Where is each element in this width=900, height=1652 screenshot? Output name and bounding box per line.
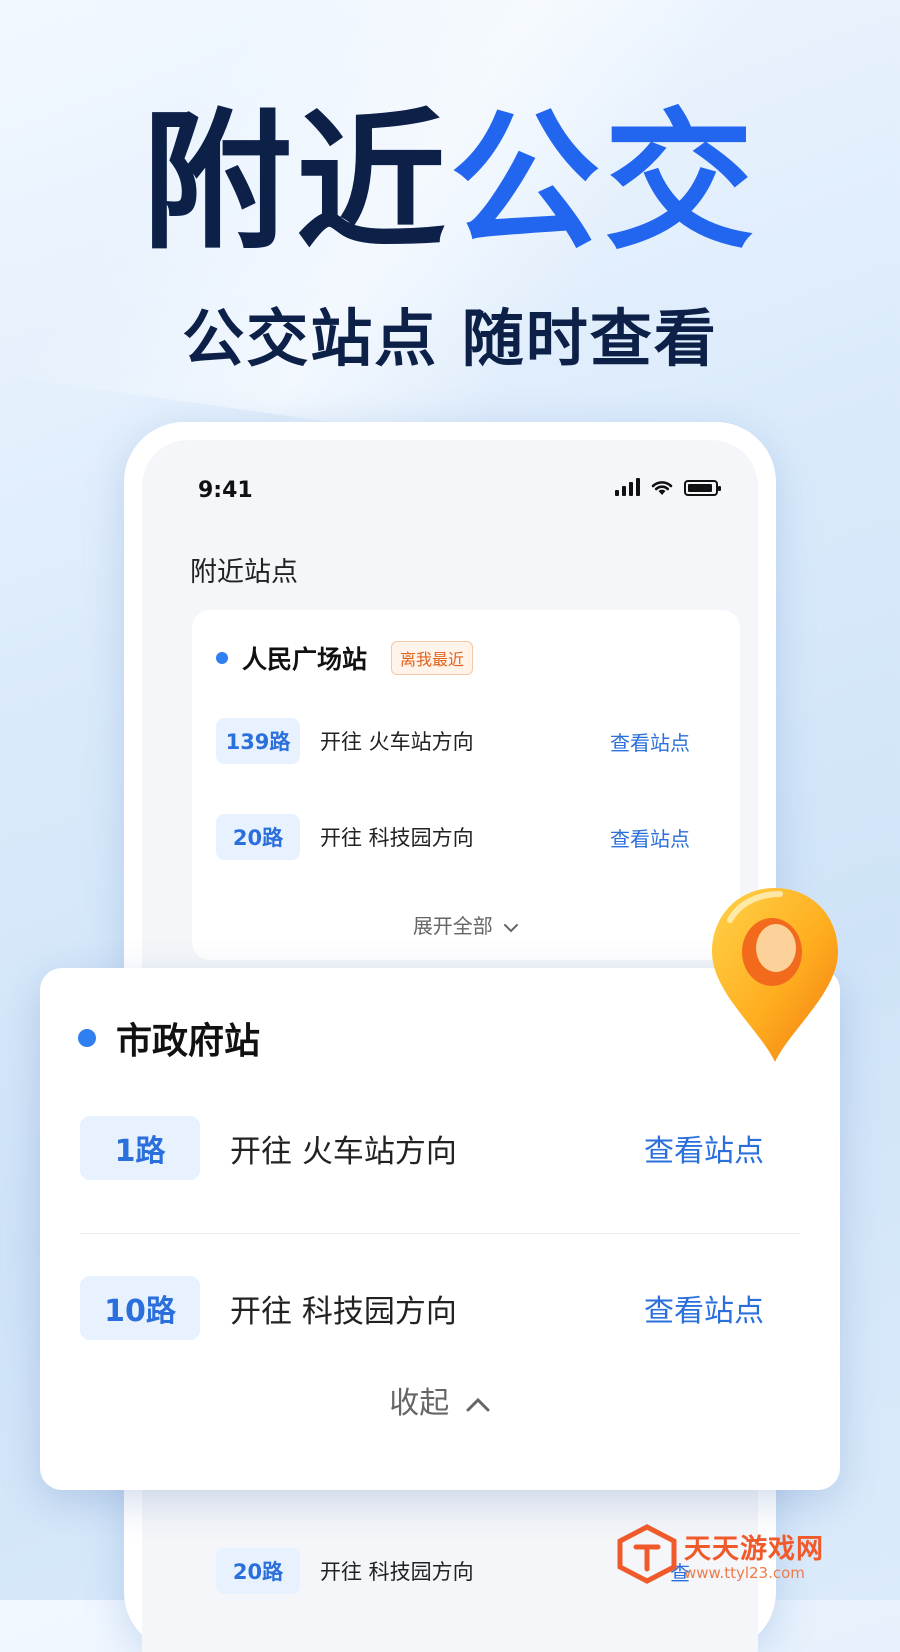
collapse-label: 收起 xyxy=(389,1386,450,1421)
route-number-badge: 1路 xyxy=(80,1116,200,1180)
view-stops-link[interactable]: 查看站点 xyxy=(644,1126,764,1170)
section-title-nearby: 附近站点 xyxy=(190,557,298,588)
featured-station-header: 市政府站 xyxy=(78,1012,260,1064)
route-row[interactable]: 1路 开往 火车站方向 查看站点 xyxy=(80,1116,800,1180)
station-dot-icon xyxy=(78,1029,96,1047)
divider xyxy=(80,1233,800,1234)
chevron-down-icon xyxy=(504,923,519,932)
watermark: 天天游戏网 www.ttyl23.com xyxy=(610,1505,900,1600)
hero-title-blue: 公交 xyxy=(450,96,759,270)
route-row[interactable]: 139路 开往 火车站方向 查看站点 xyxy=(216,718,716,764)
route-number-badge: 139路 xyxy=(216,718,300,764)
hero-subtitle: 公交站点 随时查看 xyxy=(182,302,718,375)
hero-title-dark: 附近 xyxy=(141,96,450,270)
route-row[interactable]: 10路 开往 科技园方向 查看站点 xyxy=(80,1276,800,1340)
watermark-name: 天天游戏网 xyxy=(684,1534,824,1565)
featured-station-name: 市政府站 xyxy=(116,1021,261,1062)
expand-all-button[interactable]: 展开全部 xyxy=(192,910,740,939)
wifi-icon xyxy=(651,481,673,495)
route-direction: 开往 科技园方向 xyxy=(230,1293,457,1330)
station-dot-icon xyxy=(216,652,228,664)
route-number-badge: 20路 xyxy=(216,814,300,860)
battery-icon xyxy=(684,480,721,496)
status-icons xyxy=(615,478,721,496)
route-direction: 开往 火车站方向 xyxy=(320,730,474,754)
route-direction: 开往 科技园方向 xyxy=(320,1560,474,1584)
nearby-station-card: 人民广场站 离我最近 139路 开往 火车站方向 查看站点 20路 开往 科技园… xyxy=(192,610,740,960)
route-number-badge: 10路 xyxy=(80,1276,200,1340)
location-pin-icon xyxy=(712,888,838,1062)
station-name: 人民广场站 xyxy=(242,645,368,674)
status-time: 9:41 xyxy=(198,478,253,503)
station-header: 人民广场站 离我最近 xyxy=(216,640,474,676)
route-direction: 开往 火车站方向 xyxy=(230,1133,457,1170)
view-stops-link[interactable]: 查看站点 xyxy=(610,727,690,756)
watermark-logo-icon xyxy=(617,1524,677,1584)
signal-icon xyxy=(615,478,640,496)
collapse-button[interactable]: 收起 xyxy=(40,1378,840,1422)
nearest-badge: 离我最近 xyxy=(391,641,474,675)
view-stops-link[interactable]: 查看站点 xyxy=(644,1286,764,1330)
route-row[interactable]: 20路 开往 科技园方向 查看站点 xyxy=(216,814,716,860)
watermark-url: www.ttyl23.com xyxy=(684,1564,805,1582)
view-stops-link[interactable]: 查看站点 xyxy=(610,823,690,852)
expand-all-label: 展开全部 xyxy=(412,914,493,938)
chevron-up-icon xyxy=(466,1397,490,1411)
route-number-badge: 20路 xyxy=(216,1548,300,1594)
route-direction: 开往 科技园方向 xyxy=(320,826,474,850)
hero-title: 附近公交 xyxy=(0,108,900,258)
